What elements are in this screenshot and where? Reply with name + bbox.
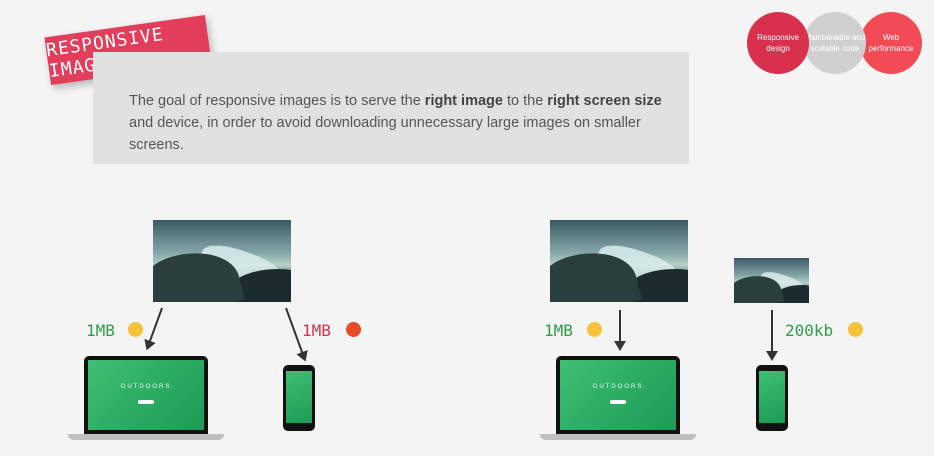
happy-face-icon — [848, 322, 863, 337]
phone-size-right: 200kb — [785, 321, 834, 340]
phone-left — [283, 365, 315, 431]
angry-face-icon — [346, 322, 361, 337]
laptop-size-left: 1MB — [86, 321, 115, 340]
arrow-to-laptop-left — [148, 307, 163, 343]
topic-web-performance: Web performance — [860, 12, 922, 74]
landscape-image-large-right — [550, 220, 688, 302]
topic-maintainable-code: Maintainable and scalable code — [804, 12, 866, 74]
happy-face-icon — [128, 322, 143, 337]
arrow-to-phone-left — [285, 307, 304, 354]
arrow-to-laptop-right — [614, 310, 626, 351]
landscape-image-large-left — [153, 220, 291, 302]
happy-face-icon — [587, 322, 602, 337]
device-screen-title: OUTDOORS — [592, 384, 644, 390]
landscape-image-small-right — [734, 258, 809, 303]
arrow-to-phone-right — [766, 310, 778, 361]
topic-responsive-design: Responsive design — [747, 12, 809, 74]
phone-right — [756, 365, 788, 431]
goal-text: The goal of responsive images is to serv… — [129, 93, 662, 153]
phone-size-left: 1MB — [302, 321, 331, 340]
goal-box: The goal of responsive images is to serv… — [93, 52, 689, 164]
laptop-size-right: 1MB — [544, 321, 573, 340]
device-screen-title: OUTDOORS — [120, 384, 172, 390]
